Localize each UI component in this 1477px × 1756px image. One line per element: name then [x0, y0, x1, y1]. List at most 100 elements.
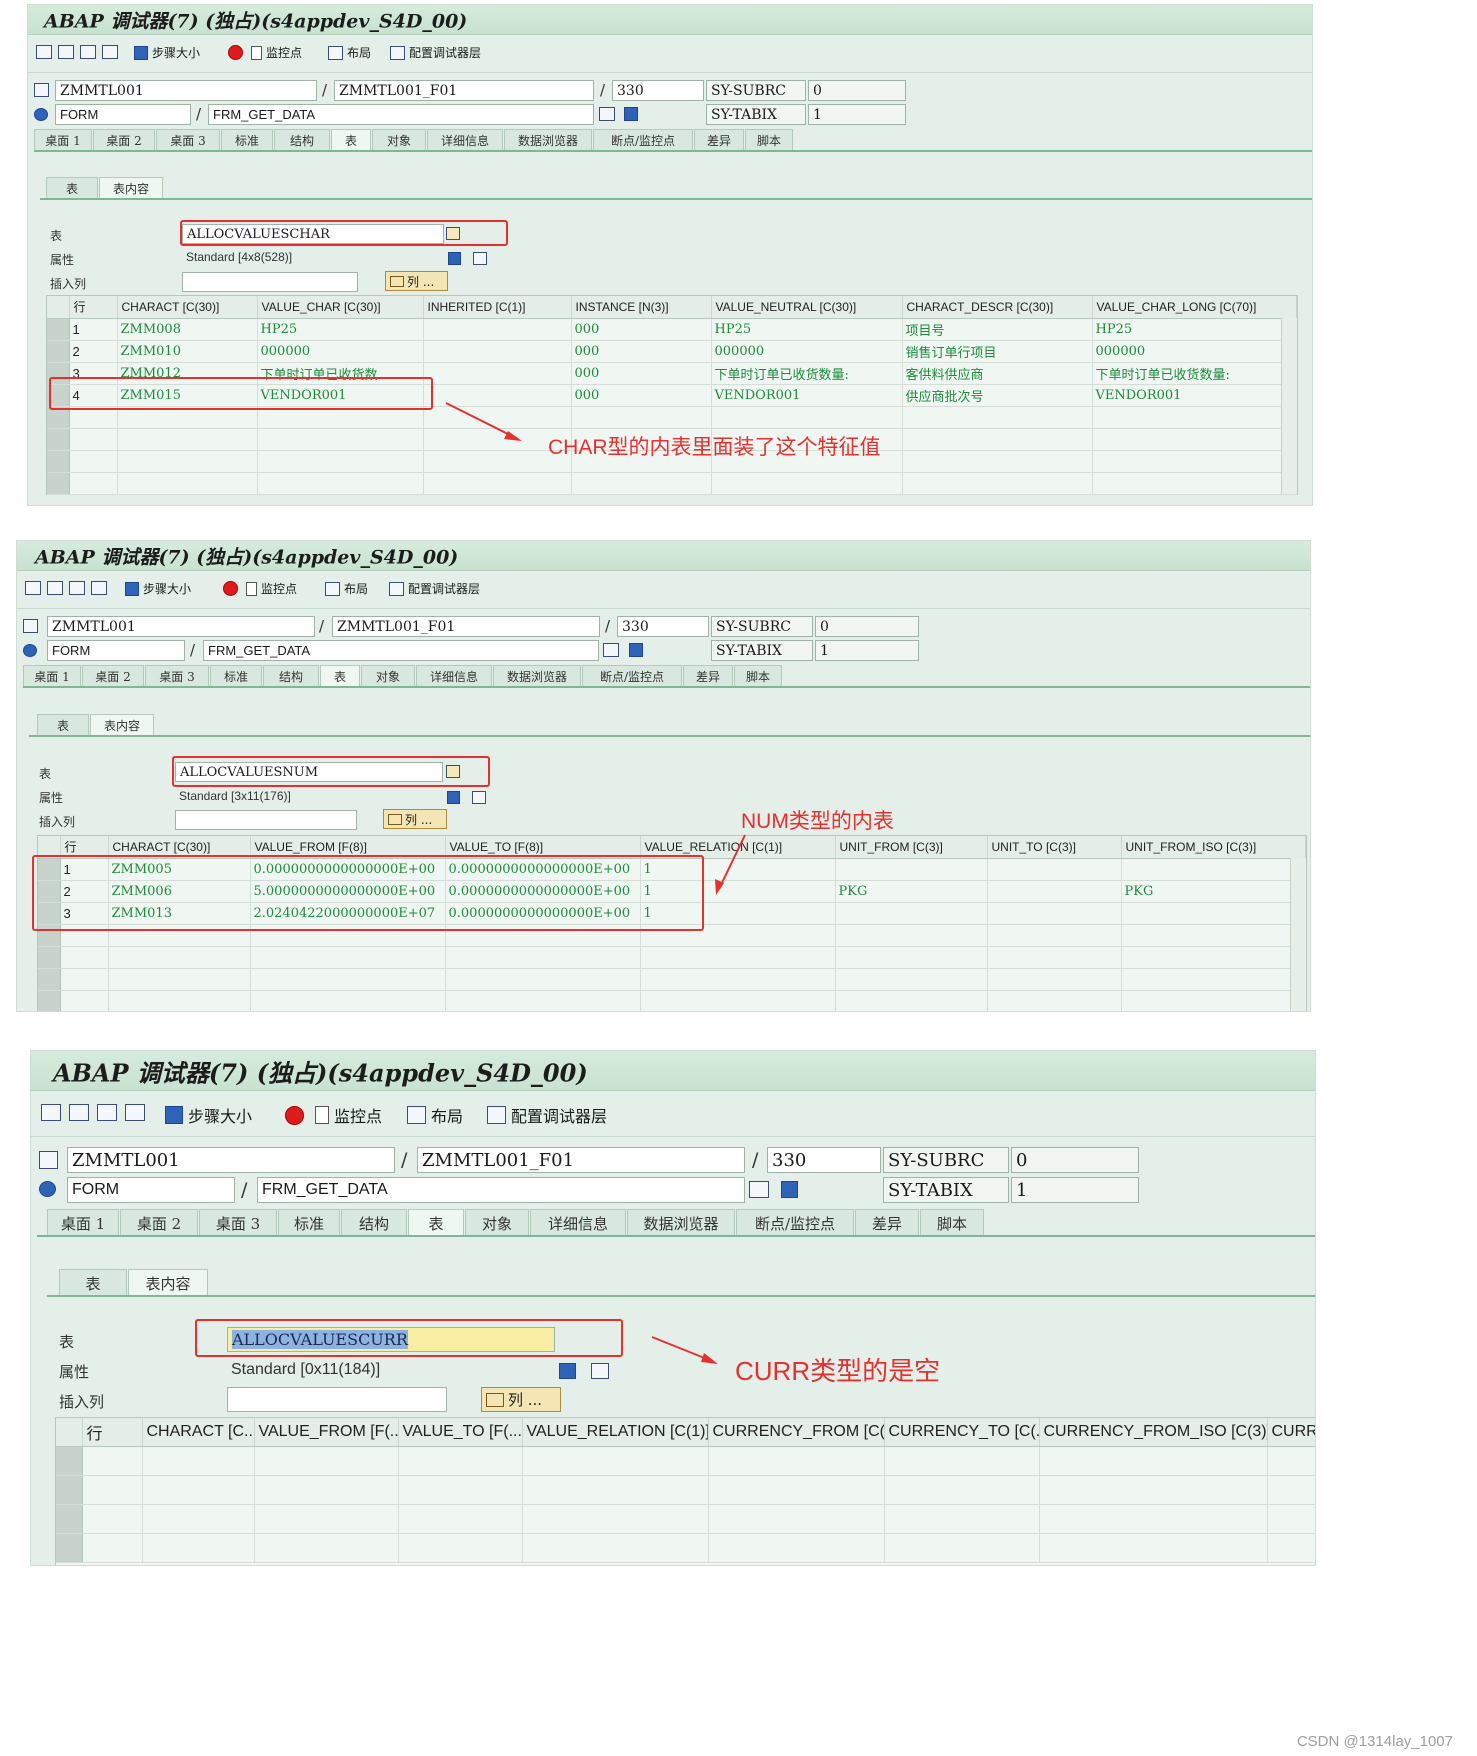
table-row[interactable]	[38, 968, 1306, 991]
subtab-table[interactable]: 表	[59, 1269, 127, 1296]
tab-3[interactable]: 标准	[221, 129, 273, 151]
continue-icon[interactable]	[125, 1104, 145, 1121]
column-header[interactable]: CURRENCY_FROM [C(...	[708, 1418, 885, 1447]
event-name-field[interactable]: FRM_GET_DATA	[208, 104, 594, 125]
row-selector[interactable]	[56, 1446, 83, 1476]
tab-2[interactable]: 桌面 3	[199, 1209, 277, 1236]
column-header[interactable]: VALUE_TO [F(...	[398, 1418, 523, 1447]
column-header[interactable]: INHERITED [C(1)]	[423, 296, 572, 319]
tab-11[interactable]: 脚本	[745, 129, 793, 151]
tab-7[interactable]: 详细信息	[530, 1209, 626, 1236]
info-icon[interactable]	[781, 1181, 798, 1198]
tab-10[interactable]: 差异	[855, 1209, 919, 1236]
row-selector[interactable]	[56, 1475, 83, 1505]
column-header[interactable]: CHARACT_DESCR [C(30)]	[902, 296, 1093, 319]
tab-5[interactable]: 表	[320, 665, 360, 687]
info-icon[interactable]	[629, 643, 643, 657]
step-into-icon[interactable]	[36, 45, 52, 59]
include-field[interactable]: ZMMTL001_F01	[332, 616, 600, 637]
row-selector[interactable]	[47, 450, 70, 473]
include-field[interactable]: ZMMTL001_F01	[334, 80, 594, 101]
tab-2[interactable]: 桌面 3	[156, 129, 220, 151]
line-field[interactable]: 330	[617, 616, 709, 637]
column-header[interactable]: UNIT_FROM_ISO [C(3)]	[1121, 836, 1306, 859]
goto-source-icon[interactable]	[603, 643, 619, 657]
layout-button[interactable]: 布局	[325, 580, 368, 597]
event-name-field[interactable]: FRM_GET_DATA	[257, 1177, 745, 1203]
tab-1[interactable]: 桌面 2	[93, 129, 155, 151]
tab-6[interactable]: 对象	[372, 129, 426, 151]
info-icon[interactable]	[624, 107, 638, 121]
row-selector[interactable]	[47, 318, 70, 341]
subtab-table-content[interactable]: 表内容	[99, 177, 163, 199]
row-selector[interactable]	[47, 340, 70, 363]
column-header[interactable]: VALUE_CHAR_LONG [C(70)]	[1092, 296, 1297, 319]
subtab-table-content[interactable]: 表内容	[128, 1269, 208, 1296]
vertical-scrollbar[interactable]	[1281, 318, 1297, 494]
step-into-icon[interactable]	[25, 581, 41, 595]
tab-8[interactable]: 数据浏览器	[627, 1209, 735, 1236]
insert-column-field[interactable]	[227, 1387, 447, 1412]
tab-4[interactable]: 结构	[341, 1209, 407, 1236]
layout-button[interactable]: 布局	[328, 44, 371, 61]
tab-4[interactable]: 结构	[263, 665, 319, 687]
column-header[interactable]: INSTANCE [N(3)]	[571, 296, 712, 319]
return-icon[interactable]	[69, 581, 85, 595]
row-selector[interactable]	[38, 990, 61, 1011]
edit-icon[interactable]	[447, 791, 460, 804]
table-row[interactable]: 1 ZMM008 HP25 000 HP25 项目号 HP25	[47, 318, 1297, 341]
tab-7[interactable]: 详细信息	[427, 129, 503, 151]
column-header[interactable]: CURRENCY_FROM_ISO [C(3)]	[1039, 1418, 1268, 1447]
column-header[interactable]: CHARACT [C(30)]	[117, 296, 258, 319]
event-type-field[interactable]: FORM	[47, 640, 185, 661]
column-header[interactable]: CURRENCY_TO [C(...	[884, 1418, 1040, 1447]
watchpoint-button[interactable]: 监控点	[228, 44, 302, 61]
tab-6[interactable]: 对象	[465, 1209, 529, 1236]
tab-8[interactable]: 数据浏览器	[493, 665, 581, 687]
services-icon[interactable]	[591, 1363, 609, 1379]
columns-button[interactable]: 列 ...	[481, 1387, 561, 1412]
table-row[interactable]	[56, 1504, 1315, 1534]
watchpoint-button[interactable]: 监控点	[223, 580, 297, 597]
column-header[interactable]: VALUE_FROM [F(...	[254, 1418, 399, 1447]
continue-icon[interactable]	[91, 581, 107, 595]
include-field[interactable]: ZMMTL001_F01	[417, 1147, 745, 1173]
tab-10[interactable]: 差异	[694, 129, 744, 151]
row-selector[interactable]	[56, 1504, 83, 1534]
tab-10[interactable]: 差异	[683, 665, 733, 687]
step-over-icon[interactable]	[58, 45, 74, 59]
table-row[interactable]	[38, 946, 1306, 969]
column-header[interactable]: UNIT_TO [C(3)]	[987, 836, 1122, 859]
column-header[interactable]: VALUE_NEUTRAL [C(30)]	[711, 296, 903, 319]
tab-11[interactable]: 脚本	[734, 665, 782, 687]
tab-9[interactable]: 断点/监控点	[582, 665, 682, 687]
tab-6[interactable]: 对象	[361, 665, 415, 687]
config-layer-button[interactable]: 配置调试器层	[390, 44, 481, 61]
tab-1[interactable]: 桌面 2	[82, 665, 144, 687]
services-icon[interactable]	[473, 252, 487, 265]
tab-3[interactable]: 标准	[278, 1209, 340, 1236]
tab-5[interactable]: 表	[331, 129, 371, 151]
edit-icon[interactable]	[559, 1363, 576, 1379]
tab-9[interactable]: 断点/监控点	[593, 129, 693, 151]
subtab-table[interactable]: 表	[37, 714, 89, 736]
table-row[interactable]	[56, 1446, 1315, 1476]
event-type-field[interactable]: FORM	[55, 104, 191, 125]
tab-8[interactable]: 数据浏览器	[504, 129, 592, 151]
config-layer-button[interactable]: 配置调试器层	[487, 1103, 607, 1127]
tab-4[interactable]: 结构	[274, 129, 330, 151]
tab-9[interactable]: 断点/监控点	[736, 1209, 854, 1236]
column-header[interactable]: VALUE_CHAR [C(30)]	[257, 296, 424, 319]
column-header[interactable]: CHARACT [C...	[142, 1418, 255, 1447]
services-icon[interactable]	[472, 791, 486, 804]
tab-0[interactable]: 桌面 1	[47, 1209, 119, 1236]
column-header[interactable]: VALUE_RELATION [C(1)]	[522, 1418, 709, 1447]
row-selector[interactable]	[38, 968, 61, 991]
table-row[interactable]	[38, 990, 1306, 1011]
tab-11[interactable]: 脚本	[920, 1209, 984, 1236]
subtab-table[interactable]: 表	[46, 177, 98, 199]
config-layer-button[interactable]: 配置调试器层	[389, 580, 480, 597]
step-over-icon[interactable]	[69, 1104, 89, 1121]
program-field[interactable]: ZMMTL001	[47, 616, 315, 637]
goto-source-icon[interactable]	[599, 107, 615, 121]
